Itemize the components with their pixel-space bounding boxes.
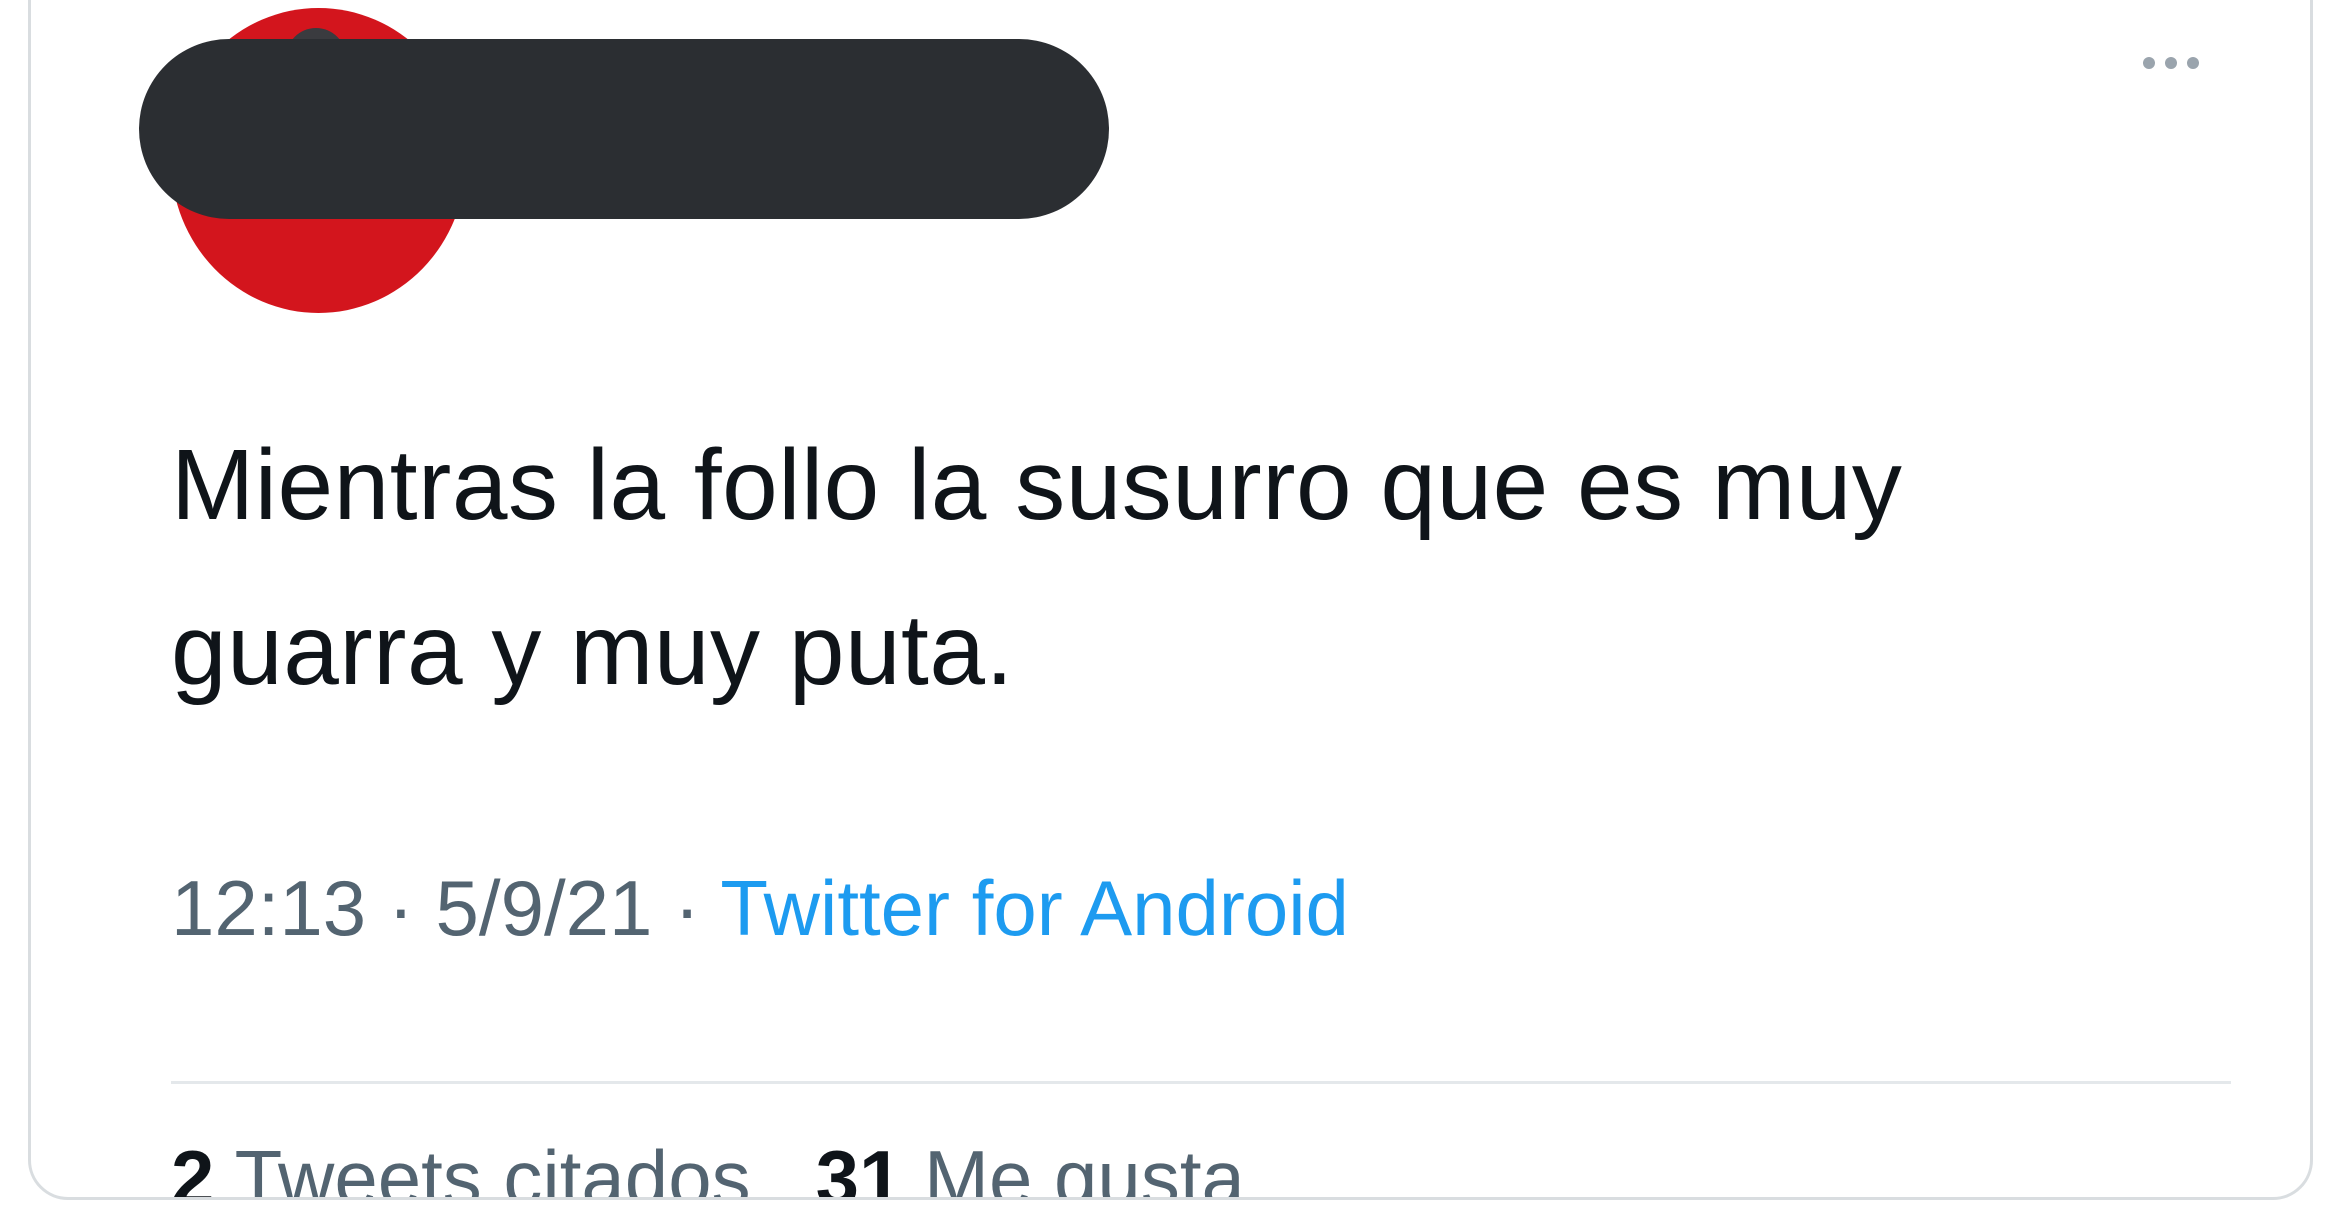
tweet-time[interactable]: 12:13 (171, 864, 366, 952)
dot (2165, 57, 2177, 69)
tweet-stats: 2 Tweets citados 31 Me gusta (171, 1128, 1245, 1200)
like-count: 31 (815, 1134, 903, 1200)
tweet-meta: 12:13 · 5/9/21 · Twitter for Android (171, 858, 1349, 958)
more-options-icon[interactable] (2111, 13, 2231, 113)
tweet-text-line: guarra y muy puta. (171, 594, 1014, 706)
quote-count: 2 (171, 1134, 215, 1200)
like-label: Me gusta (924, 1134, 1245, 1200)
tweet-text: Mientras la follo la susurro que es muy … (171, 403, 2271, 733)
divider (171, 1081, 2231, 1084)
meta-separator: · (674, 864, 701, 952)
dot (2143, 57, 2155, 69)
tweet-card: @ K Mientras la follo la susurro que es … (28, 0, 2313, 1200)
redaction-bar (139, 39, 1109, 219)
likes-stat[interactable]: 31 Me gusta (815, 1134, 1245, 1200)
tweet-source-link[interactable]: Twitter for Android (720, 864, 1349, 952)
tweet-date[interactable]: 5/9/21 (436, 864, 653, 952)
meta-separator: · (387, 864, 414, 952)
quote-label: Tweets citados (234, 1134, 751, 1200)
dot (2187, 57, 2199, 69)
quote-tweets-stat[interactable]: 2 Tweets citados (171, 1134, 751, 1200)
tweet-text-line: Mientras la follo la susurro que es muy (171, 429, 1903, 541)
